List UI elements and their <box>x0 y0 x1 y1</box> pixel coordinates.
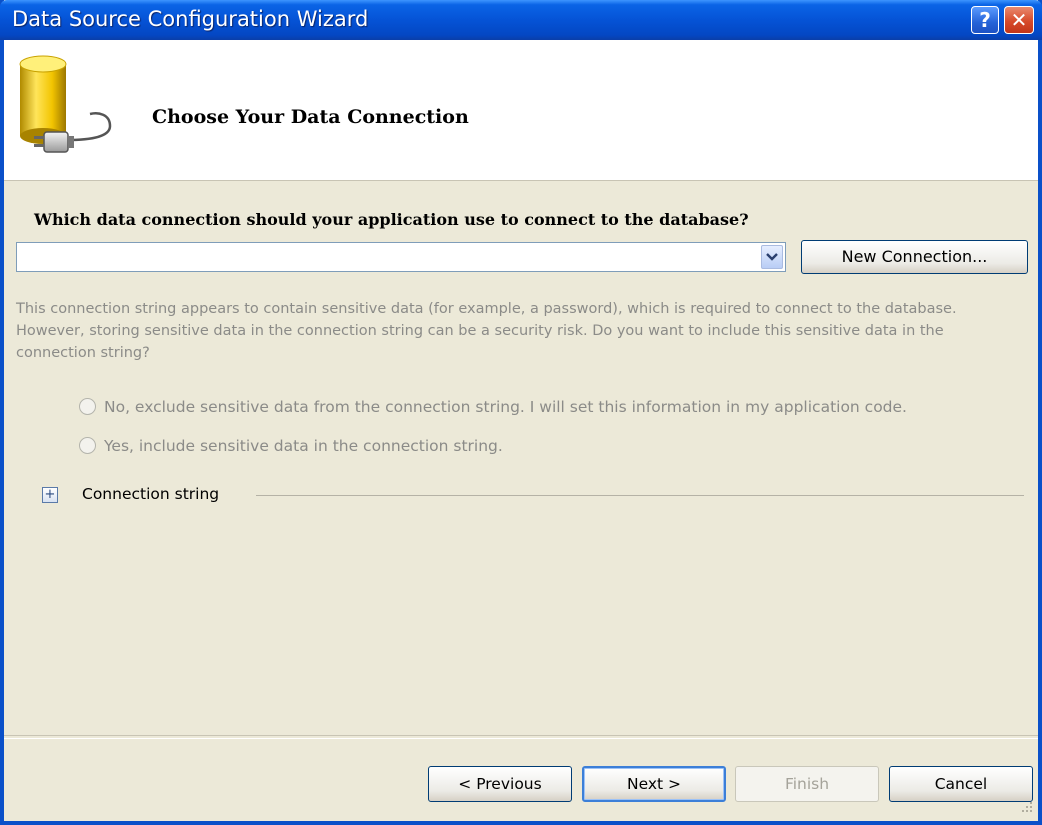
wizard-window: Data Source Configuration Wizard ? ✕ Cho… <box>0 0 1042 825</box>
cancel-button[interactable]: Cancel <box>889 766 1033 802</box>
wizard-header: Choose Your Data Connection <box>4 40 1038 181</box>
radio-exclude-sensitive[interactable]: No, exclude sensitive data from the conn… <box>79 398 907 416</box>
section-divider <box>256 495 1024 496</box>
connection-string-label[interactable]: Connection string <box>82 485 219 503</box>
title-bar[interactable]: Data Source Configuration Wizard ? ✕ <box>0 0 1042 40</box>
radio-include-label: Yes, include sensitive data in the conne… <box>104 437 503 455</box>
close-button[interactable]: ✕ <box>1004 6 1034 34</box>
sensitive-data-info-text: This connection string appears to contai… <box>16 301 957 361</box>
resize-grip-icon[interactable] <box>1020 800 1034 814</box>
radio-include-sensitive[interactable]: Yes, include sensitive data in the conne… <box>79 437 503 455</box>
next-button[interactable]: Next > <box>582 766 726 802</box>
help-button[interactable]: ? <box>971 6 999 34</box>
finish-button[interactable]: Finish <box>735 766 879 802</box>
previous-button[interactable]: < Previous <box>428 766 572 802</box>
data-connection-dropdown[interactable] <box>16 242 786 272</box>
window-title: Data Source Configuration Wizard <box>12 7 369 31</box>
connection-question-label: Which data connection should your applic… <box>34 210 749 229</box>
radio-exclude-label: No, exclude sensitive data from the conn… <box>104 398 907 416</box>
radio-button-icon[interactable] <box>79 437 96 454</box>
footer-divider <box>4 735 1038 739</box>
page-title: Choose Your Data Connection <box>152 106 469 128</box>
new-connection-button[interactable]: New Connection... <box>801 240 1028 274</box>
chevron-down-icon <box>766 253 778 261</box>
expand-connection-string-icon[interactable]: + <box>42 487 58 503</box>
radio-button-icon[interactable] <box>79 398 96 415</box>
database-connection-icon <box>19 55 112 153</box>
dropdown-arrow-button[interactable] <box>761 245 783 269</box>
